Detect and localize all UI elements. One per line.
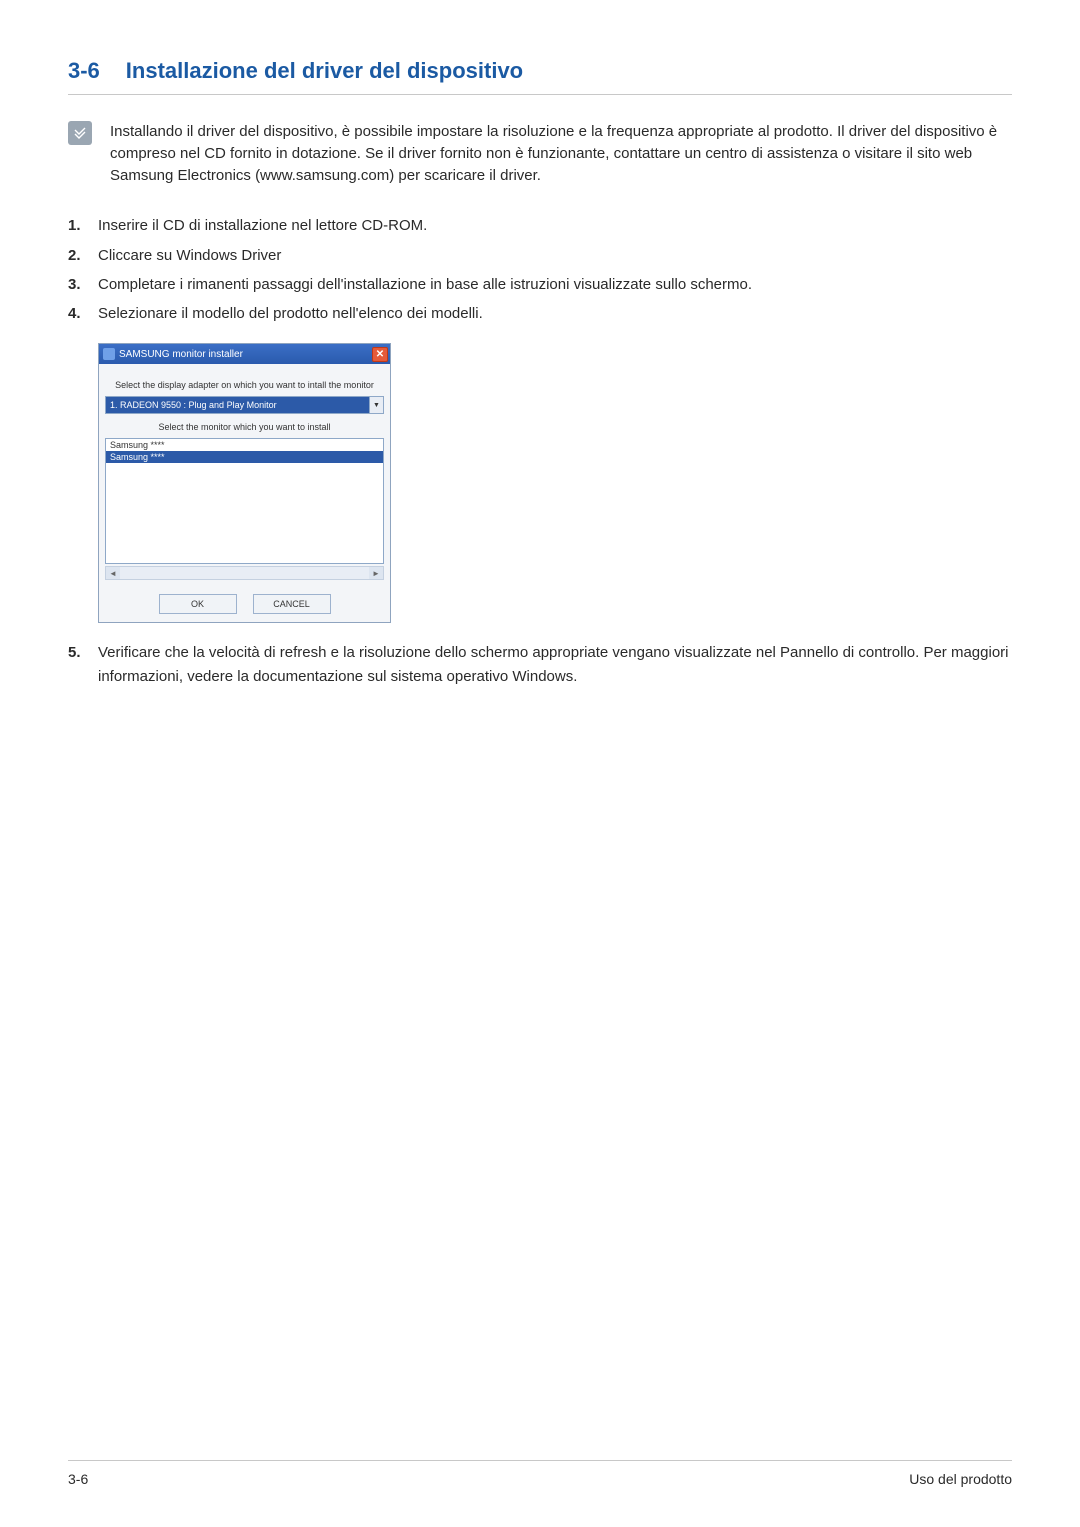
dialog-body: Select the display adapter on which you … [99,364,390,622]
chevron-down-icon[interactable]: ▼ [369,397,383,413]
list-item[interactable]: Samsung **** [106,439,383,451]
installer-dialog: SAMSUNG monitor installer ✕ Select the d… [98,343,391,623]
list-item[interactable]: Samsung **** [106,451,383,463]
note-text: Installando il driver del dispositivo, è… [110,121,1012,186]
step-number: 3. [68,273,88,296]
section-heading: 3-6 Installazione del driver del disposi… [68,58,1012,95]
steps-list-continued: 5. Verificare che la velocità di refresh… [68,641,1012,688]
step-number: 1. [68,214,88,237]
adapter-selected: 1. RADEON 9550 : Plug and Play Monitor [106,397,369,413]
page-footer: 3-6 Uso del prodotto [68,1460,1012,1487]
list-item: 1. Inserire il CD di installazione nel l… [68,214,1012,237]
adapter-label: Select the display adapter on which you … [105,380,384,390]
step-number: 5. [68,641,88,688]
close-button[interactable]: ✕ [372,347,388,362]
footer-section-title: Uso del prodotto [909,1471,1012,1487]
heading-title: Installazione del driver del dispositivo [126,58,523,84]
dialog-titlebar: SAMSUNG monitor installer ✕ [99,344,390,364]
step-number: 2. [68,244,88,267]
dialog-button-row: OK CANCEL [105,594,384,614]
step-text: Verificare che la velocità di refresh e … [98,641,1012,688]
installer-screenshot: SAMSUNG monitor installer ✕ Select the d… [98,343,1012,623]
app-icon [103,348,115,360]
chevron-left-icon[interactable]: ◄ [106,567,120,579]
note-block: Installando il driver del dispositivo, è… [68,121,1012,186]
chevron-right-icon[interactable]: ► [369,567,383,579]
close-icon: ✕ [376,349,384,360]
adapter-dropdown[interactable]: 1. RADEON 9550 : Plug and Play Monitor ▼ [105,396,384,414]
cancel-button[interactable]: CANCEL [253,594,331,614]
step-text: Cliccare su Windows Driver [98,244,281,267]
step-number: 4. [68,302,88,325]
horizontal-scrollbar[interactable]: ◄ ► [105,566,384,580]
step-text: Completare i rimanenti passaggi dell'ins… [98,273,752,296]
list-item: 5. Verificare che la velocità di refresh… [68,641,1012,688]
titlebar-left: SAMSUNG monitor installer [103,348,243,360]
monitor-label: Select the monitor which you want to ins… [105,422,384,432]
dialog-title: SAMSUNG monitor installer [119,349,243,360]
steps-list: 1. Inserire il CD di installazione nel l… [68,214,1012,325]
footer-page-number: 3-6 [68,1471,88,1487]
list-item: 3. Completare i rimanenti passaggi dell'… [68,273,1012,296]
heading-number: 3-6 [68,58,100,84]
list-item: 2. Cliccare su Windows Driver [68,244,1012,267]
ok-button[interactable]: OK [159,594,237,614]
step-text: Selezionare il modello del prodotto nell… [98,302,483,325]
step-text: Inserire il CD di installazione nel lett… [98,214,427,237]
list-item: 4. Selezionare il modello del prodotto n… [68,302,1012,325]
note-icon [68,121,92,145]
page-content: 3-6 Installazione del driver del disposi… [0,0,1080,688]
monitor-list[interactable]: Samsung **** Samsung **** [105,438,384,564]
